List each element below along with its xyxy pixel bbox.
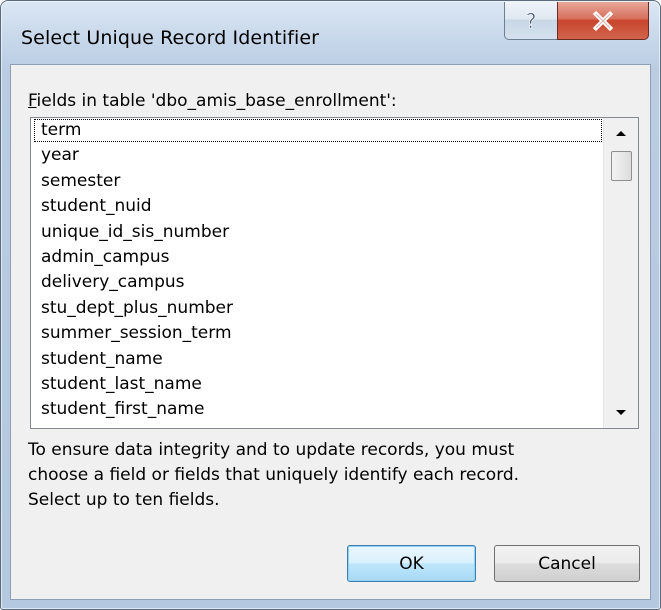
fields-label: Fields in table 'dbo_amis_base_enrollmen… <box>28 91 397 111</box>
scroll-up-arrow-icon <box>616 131 626 136</box>
info-line: Select up to ten fields. <box>28 490 220 510</box>
info-line: choose a field or fields that uniquely i… <box>28 465 520 485</box>
list-item[interactable]: stu_dept_plus_number <box>31 296 605 321</box>
help-glyph: ? <box>526 9 537 33</box>
dialog-title: Select Unique Record Identifier <box>21 27 320 49</box>
list-item[interactable]: semester <box>31 169 605 194</box>
fields-label-accelerator: F <box>28 91 37 111</box>
info-line: To ensure data integrity and to update r… <box>28 440 515 460</box>
scroll-thumb[interactable] <box>611 151 632 181</box>
list-item[interactable]: term <box>33 118 603 143</box>
help-icon: ? <box>525 9 537 33</box>
close-icon <box>592 10 614 31</box>
list-item[interactable]: student_first_name <box>31 397 605 422</box>
fields-list: term year semester student_nuid unique_i… <box>31 118 605 423</box>
list-item[interactable]: admin_campus <box>31 245 605 270</box>
scroll-down-arrow-icon <box>616 410 626 415</box>
list-item[interactable]: student_nuid <box>31 194 605 219</box>
list-item[interactable]: delivery_campus <box>31 270 605 295</box>
list-item[interactable]: student_name <box>31 347 605 372</box>
scroll-down-button[interactable] <box>604 398 638 428</box>
list-item[interactable]: student_last_name <box>31 372 605 397</box>
scroll-up-button[interactable] <box>604 118 638 148</box>
help-button[interactable]: ? <box>504 2 558 40</box>
list-item[interactable]: summer_session_term <box>31 321 605 346</box>
list-item[interactable]: year <box>31 143 605 168</box>
list-item[interactable]: unique_id_sis_number <box>31 220 605 245</box>
close-button[interactable] <box>557 2 649 40</box>
ok-button[interactable]: OK <box>347 545 476 582</box>
fields-listbox[interactable]: term year semester student_nuid unique_i… <box>30 117 639 429</box>
vertical-scrollbar[interactable] <box>603 118 638 428</box>
dialog-window: Select Unique Record Identifier ? Fields… <box>0 0 661 610</box>
info-text: To ensure data integrity and to update r… <box>28 438 628 513</box>
cancel-button[interactable]: Cancel <box>494 545 640 582</box>
fields-label-text: ields in table 'dbo_amis_base_enrollment… <box>36 91 397 111</box>
